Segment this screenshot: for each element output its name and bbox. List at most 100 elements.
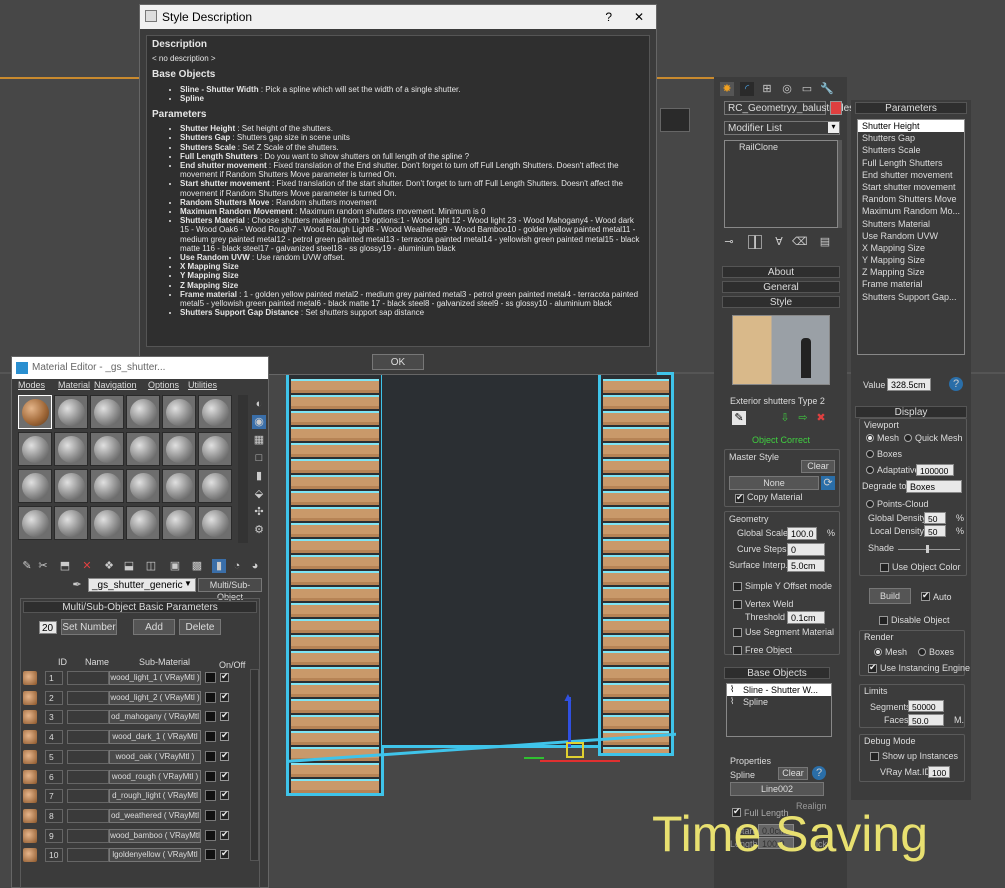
select-by-material-icon[interactable]: ⚙ <box>252 523 266 537</box>
material-sample-slot[interactable] <box>54 432 88 466</box>
render-mesh-radio[interactable] <box>874 648 882 656</box>
submaterial-color[interactable] <box>205 829 216 841</box>
spline-pick-button[interactable]: Line002 <box>730 782 824 796</box>
material-editor-titlebar[interactable]: Material Editor - _gs_shutter... <box>12 357 268 379</box>
edit-style-icon[interactable]: ✎ <box>732 411 746 425</box>
submaterial-button[interactable]: wood_light_2 ( VRayMtl ) <box>109 690 201 705</box>
set-number-button[interactable]: Set Number <box>61 619 117 635</box>
submaterial-id[interactable]: 2 <box>45 690 63 705</box>
parameter-list-item[interactable]: Use Random UVW <box>858 230 964 242</box>
material-sample-slot[interactable] <box>162 432 196 466</box>
parameter-list-item[interactable]: Shutters Material <box>858 218 964 230</box>
submaterial-onoff-checkbox[interactable] <box>220 671 229 682</box>
material-id-icon[interactable]: ◫ <box>144 559 158 573</box>
material-sample-slot[interactable] <box>18 432 52 466</box>
submaterial-name-field[interactable] <box>67 769 109 784</box>
material-sample-slot[interactable] <box>162 395 196 429</box>
submaterial-onoff-checkbox[interactable] <box>220 848 229 860</box>
motion-tab-icon[interactable]: ◎ <box>780 82 794 96</box>
submaterial-id[interactable]: 4 <box>45 730 63 745</box>
pick-material-icon[interactable]: ✒ <box>70 578 84 592</box>
gizmo-z-axis[interactable] <box>568 697 571 747</box>
gizmo-x-axis[interactable] <box>540 760 620 762</box>
remove-modifier-icon[interactable]: ⌫ <box>792 235 808 249</box>
object-color-swatch[interactable] <box>830 101 842 115</box>
surface-interp-field[interactable]: 5.0cm <box>787 559 825 572</box>
submaterial-row[interactable]: 1 wood_light_1 ( VRayMtl ) <box>21 669 250 687</box>
render-boxes-radio[interactable] <box>918 648 926 656</box>
parameter-list-item[interactable]: Start shutter movement <box>858 181 964 193</box>
submaterial-color[interactable] <box>205 672 216 683</box>
material-sample-slot[interactable] <box>54 506 88 540</box>
submaterial-color[interactable] <box>205 711 216 723</box>
submaterial-id[interactable]: 5 <box>45 749 63 764</box>
shutter-left[interactable] <box>286 372 384 796</box>
modifier-stack[interactable]: RailClone <box>724 140 838 228</box>
submaterial-name-field[interactable] <box>67 671 109 685</box>
boxes-radio[interactable] <box>866 450 874 458</box>
material-sample-slot[interactable] <box>90 395 124 429</box>
submaterial-button[interactable]: od_weathered ( VRayMtl ) <box>109 808 201 823</box>
material-sample-slot[interactable] <box>198 395 232 429</box>
menu-item[interactable]: Utilities <box>188 380 217 390</box>
value-field[interactable]: 328.5cm <box>887 378 931 391</box>
submaterial-id[interactable]: 1 <box>45 671 63 685</box>
hierarchy-tab-icon[interactable]: ⊞ <box>760 82 774 96</box>
submaterial-color[interactable] <box>205 731 216 743</box>
mesh-radio[interactable] <box>866 434 874 442</box>
submaterial-row[interactable]: 7 d_rough_light ( VRayMtl ) <box>21 787 250 805</box>
parameter-list-item[interactable]: Shutters Scale <box>858 144 964 156</box>
show-end-result-icon[interactable]: ┃ <box>748 235 762 249</box>
submaterial-swatch[interactable] <box>23 671 37 685</box>
threshold-field[interactable]: 0.1cm <box>787 611 825 624</box>
submaterial-onoff-checkbox[interactable] <box>220 710 229 722</box>
submaterial-color[interactable] <box>205 849 216 861</box>
base-objects-listbox[interactable]: ⌇ Sline - Shutter W... ⌇ Spline <box>726 683 832 737</box>
material-type-button[interactable]: Multi/Sub-Object <box>198 578 262 602</box>
use-segment-material-checkbox[interactable] <box>733 628 742 637</box>
material-sample-slot[interactable] <box>18 506 52 540</box>
material-sample-slot[interactable] <box>162 469 196 503</box>
submaterial-name-field[interactable] <box>67 730 109 745</box>
global-scale-field[interactable]: 100.0 <box>787 527 817 540</box>
display-rollout[interactable]: Display <box>855 406 967 418</box>
vray-mat-field[interactable]: 100 <box>928 766 950 778</box>
parameters-listbox[interactable]: Shutter Height Shutters Gap Shutters Scale… <box>857 119 965 355</box>
stack-item-railclone[interactable]: RailClone <box>725 141 837 153</box>
local-density-field[interactable]: 50 <box>924 525 946 537</box>
submaterial-onoff-checkbox[interactable] <box>220 691 229 702</box>
use-object-color-checkbox[interactable] <box>880 563 889 572</box>
submaterial-name-field[interactable] <box>67 808 109 823</box>
submaterial-onoff-checkbox[interactable] <box>220 770 229 781</box>
submaterial-row[interactable]: 2 wood_light_2 ( VRayMtl ) <box>21 689 250 707</box>
uv-tiling-icon[interactable]: □ <box>252 451 266 465</box>
submaterial-id[interactable]: 9 <box>45 828 63 843</box>
submaterial-swatch[interactable] <box>23 828 37 843</box>
quick-mesh-radio[interactable] <box>904 434 912 442</box>
options-icon[interactable]: ✣ <box>252 505 266 519</box>
submaterial-onoff-checkbox[interactable] <box>220 730 229 742</box>
submaterial-id[interactable]: 6 <box>45 769 63 784</box>
material-sample-slot[interactable] <box>18 469 52 503</box>
submaterial-scrollbar[interactable] <box>250 669 259 861</box>
copy-material-checkbox[interactable] <box>735 492 744 503</box>
parameter-list-item[interactable]: End shutter movement <box>858 169 964 181</box>
submaterial-row[interactable]: 4 wood_dark_1 ( VRayMtl ) <box>21 728 250 746</box>
submaterial-swatch[interactable] <box>23 808 37 823</box>
modifier-list-dropdown[interactable]: Modifier List <box>724 121 840 135</box>
get-material-icon[interactable]: ✎ <box>20 559 34 573</box>
material-sample-slot[interactable] <box>126 432 160 466</box>
set-number-field[interactable]: 20 <box>39 621 57 634</box>
close-icon[interactable]: ✕ <box>634 5 644 29</box>
display-tab-icon[interactable]: ▭ <box>800 82 814 96</box>
parameter-list-item[interactable]: Z Mapping Size <box>858 266 964 278</box>
submaterial-swatch[interactable] <box>23 690 37 705</box>
material-sample-slot[interactable] <box>126 469 160 503</box>
vertex-weld-checkbox[interactable] <box>733 600 742 609</box>
delete-button[interactable]: Delete <box>179 619 221 635</box>
submaterial-color[interactable] <box>205 790 216 802</box>
material-sample-slot[interactable] <box>90 432 124 466</box>
build-button[interactable]: Build <box>869 588 911 604</box>
backlight-icon[interactable]: ◉ <box>252 415 266 429</box>
show-instances-checkbox[interactable] <box>870 752 879 761</box>
